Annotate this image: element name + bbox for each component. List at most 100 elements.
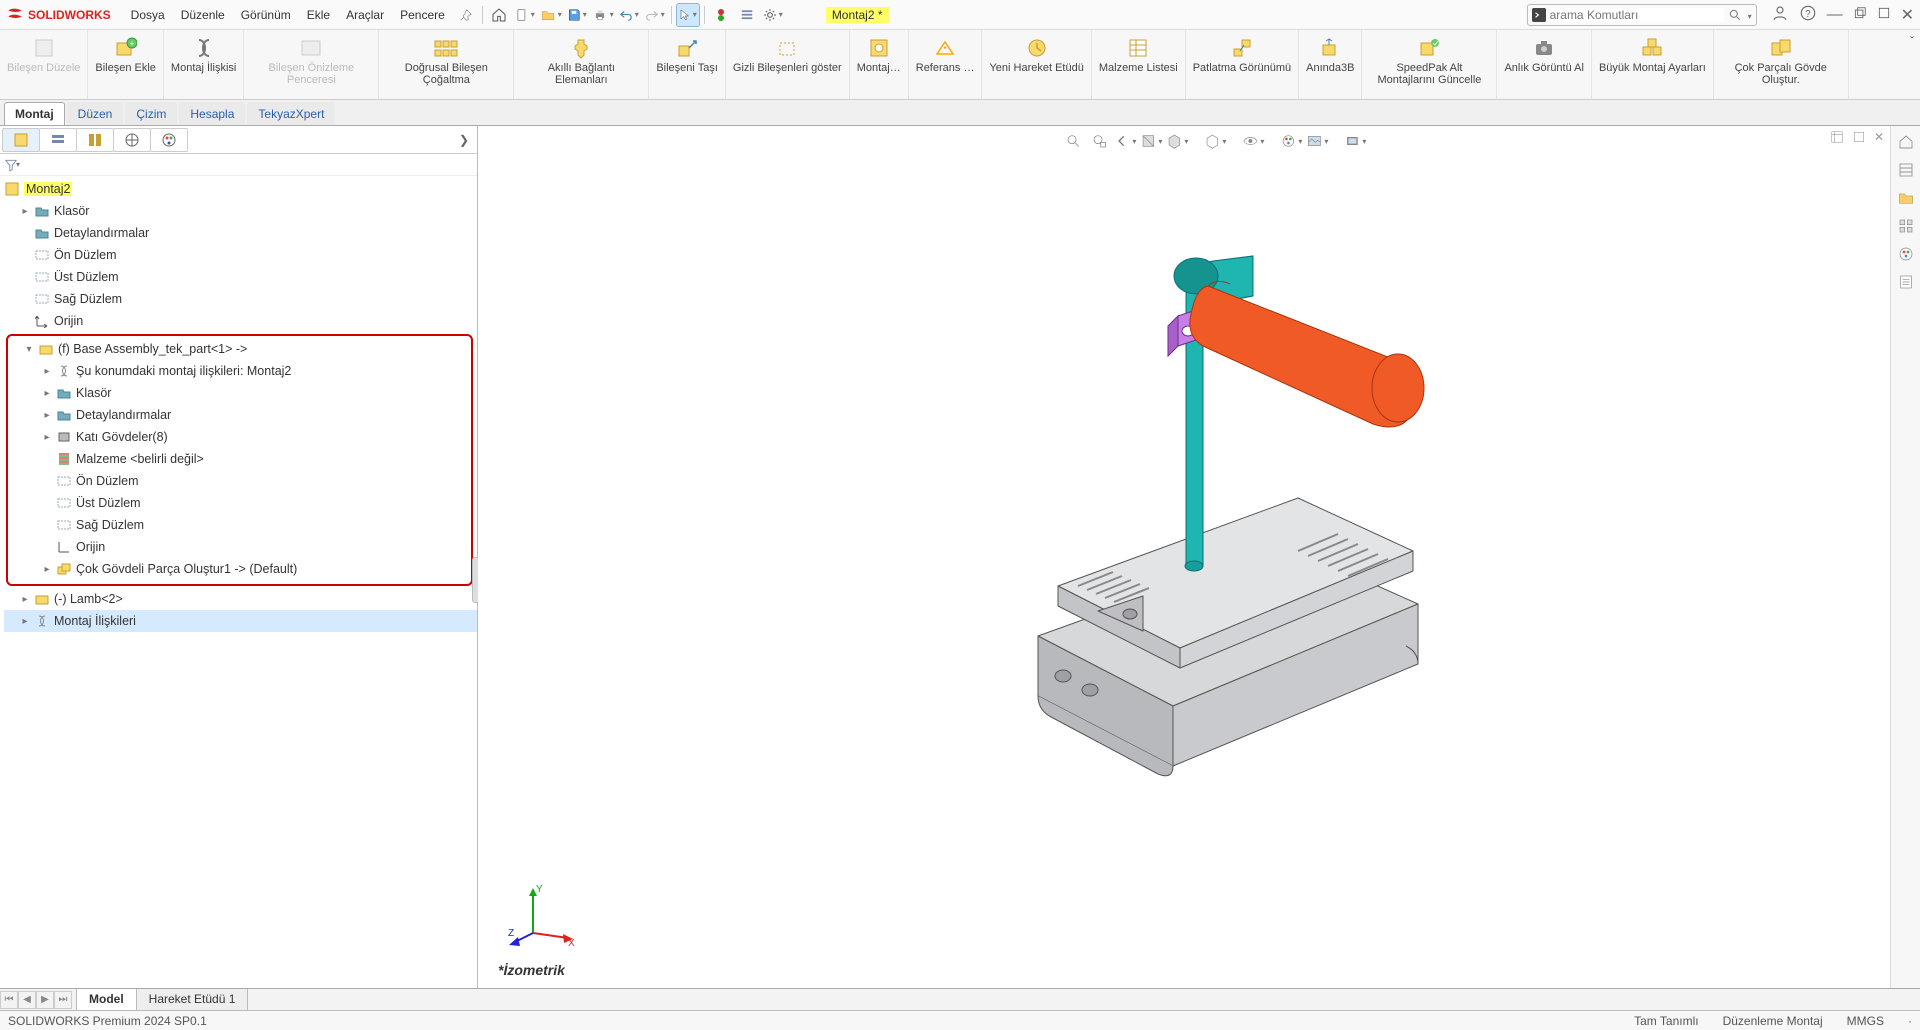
tree-item[interactable]: ▸(-) Lamb<2> xyxy=(4,588,477,610)
menu-window[interactable]: Pencere xyxy=(392,4,453,26)
tree-item[interactable]: Sağ Düzlem xyxy=(8,514,471,536)
tree-item[interactable]: ▸Klasör xyxy=(8,382,471,404)
ribbon-show-hidden[interactable]: Gizli Bileşenleri göster xyxy=(726,30,850,99)
panel-collapse-icon[interactable]: ❯ xyxy=(453,133,475,147)
ribbon-large-assembly[interactable]: Büyük Montaj Ayarları xyxy=(1592,30,1714,99)
taskpane-home-icon[interactable] xyxy=(1894,130,1918,154)
appearance-icon[interactable] xyxy=(1280,130,1302,152)
tree-item[interactable]: ▸Montaj İlişkileri xyxy=(4,610,477,632)
graphics-area[interactable]: ✕ xyxy=(478,126,1890,988)
hide-show-icon[interactable] xyxy=(1242,130,1264,152)
prev-view-icon[interactable] xyxy=(1114,130,1136,152)
ribbon-exploded-view[interactable]: Patlatma Görünümü xyxy=(1186,30,1299,99)
zoom-area-icon[interactable] xyxy=(1088,130,1110,152)
undo-icon[interactable] xyxy=(617,3,641,27)
close-icon[interactable]: ✕ xyxy=(1901,5,1914,25)
menu-edit[interactable]: Düzenle xyxy=(173,4,233,26)
home-icon[interactable] xyxy=(487,3,511,27)
ribbon-tab-hesapla[interactable]: Hesapla xyxy=(179,102,245,125)
tree-item[interactable]: Sağ Düzlem xyxy=(4,288,477,310)
ribbon-mate[interactable]: Montaj İlişkisi xyxy=(164,30,244,99)
ribbon-snapshot[interactable]: Anlık Görüntü Al xyxy=(1497,30,1592,99)
zoom-fit-icon[interactable] xyxy=(1062,130,1084,152)
feature-tree[interactable]: Montaj2 ▸Klasör Detaylandırmalar Ön Düzl… xyxy=(0,176,477,988)
taskpane-appearance-icon[interactable] xyxy=(1894,242,1918,266)
ribbon-move-component[interactable]: Bileşeni Taşı xyxy=(649,30,726,99)
bottom-tab-model[interactable]: Model xyxy=(76,989,137,1011)
search-box[interactable] xyxy=(1527,4,1757,26)
ribbon-multibody[interactable]: Çok Parçalı Gövde Oluştur. xyxy=(1714,30,1849,99)
ribbon-smart-fasteners[interactable]: Akıllı Bağlantı Elemanları xyxy=(514,30,649,99)
tree-item[interactable]: ▸Çok Gövdeli Parça Oluştur1 -> (Default) xyxy=(8,558,471,580)
scene-icon[interactable] xyxy=(1306,130,1328,152)
print-icon[interactable] xyxy=(591,3,615,27)
tree-item[interactable]: Ön Düzlem xyxy=(8,470,471,492)
ribbon-tab-montaj[interactable]: Montaj xyxy=(4,102,65,125)
ribbon-bom[interactable]: Malzeme Listesi xyxy=(1092,30,1186,99)
tree-item[interactable]: Orijin xyxy=(4,310,477,332)
ribbon-tab-cizim[interactable]: Çizim xyxy=(125,102,177,125)
bottom-tab-motion[interactable]: Hareket Etüdü 1 xyxy=(136,989,249,1011)
display-style-icon[interactable] xyxy=(1204,130,1226,152)
ribbon-assembly-features[interactable]: Montaj… xyxy=(850,30,909,99)
menu-tools[interactable]: Araçlar xyxy=(338,4,392,26)
tree-item[interactable]: ▸Katı Gövdeler(8) xyxy=(8,426,471,448)
status-more[interactable]: · xyxy=(1908,1014,1912,1028)
tab-nav[interactable]: ⏮◀▶⏭ xyxy=(0,991,72,1009)
property-tab-icon[interactable] xyxy=(39,128,77,152)
select-icon[interactable] xyxy=(676,3,700,27)
pin-icon[interactable] xyxy=(454,3,478,27)
tree-item[interactable]: Orijin xyxy=(8,536,471,558)
vp-close-icon[interactable]: ✕ xyxy=(1874,130,1884,147)
user-icon[interactable] xyxy=(1771,4,1789,25)
tree-item[interactable]: ▸Klasör xyxy=(4,200,477,222)
menu-view[interactable]: Görünüm xyxy=(233,4,299,26)
menu-insert[interactable]: Ekle xyxy=(299,4,338,26)
ribbon-collapse-icon[interactable]: ˇ xyxy=(1910,34,1914,48)
help-icon[interactable]: ? xyxy=(1799,4,1817,25)
minimize-icon[interactable]: — xyxy=(1827,6,1843,24)
tree-item[interactable]: Detaylandırmalar xyxy=(4,222,477,244)
render-icon[interactable] xyxy=(1344,130,1366,152)
tree-item[interactable]: ▸Detaylandırmalar xyxy=(8,404,471,426)
tree-tab-icon[interactable] xyxy=(2,128,40,152)
menu-file[interactable]: Dosya xyxy=(123,4,173,26)
ribbon-speedpak[interactable]: SpeedPak Alt Montajlarını Güncelle xyxy=(1362,30,1497,99)
tree-root[interactable]: Montaj2 xyxy=(4,178,477,200)
ribbon-instant3d[interactable]: Anında3B xyxy=(1299,30,1362,99)
taskpane-design-lib-icon[interactable] xyxy=(1894,186,1918,210)
tree-item[interactable]: Üst Düzlem xyxy=(4,266,477,288)
section-view-icon[interactable] xyxy=(1140,130,1162,152)
appearance-tab-icon[interactable] xyxy=(150,128,188,152)
config-tab-icon[interactable] xyxy=(76,128,114,152)
save-icon[interactable] xyxy=(565,3,589,27)
taskpane-resources-icon[interactable] xyxy=(1894,158,1918,182)
settings-icon[interactable] xyxy=(761,3,785,27)
tree-filter[interactable]: ▾ xyxy=(0,154,477,176)
tree-item[interactable]: Ön Düzlem xyxy=(4,244,477,266)
ribbon-insert-component[interactable]: +Bileşen Ekle xyxy=(88,30,164,99)
maximize-icon[interactable] xyxy=(1877,6,1891,23)
new-icon[interactable] xyxy=(513,3,537,27)
vp-new-window-icon[interactable] xyxy=(1830,130,1844,147)
ribbon-reference-geom[interactable]: *Referans … xyxy=(909,30,983,99)
status-units[interactable]: MMGS xyxy=(1847,1014,1884,1028)
tree-part-root[interactable]: ▾(f) Base Assembly_tek_part<1> -> xyxy=(8,338,471,360)
rebuild-icon[interactable] xyxy=(709,3,733,27)
taskpane-custom-props-icon[interactable] xyxy=(1894,270,1918,294)
vp-maximize-icon[interactable] xyxy=(1852,130,1866,147)
ribbon-tab-tekyaz[interactable]: TekyazXpert xyxy=(247,102,335,125)
dimxpert-tab-icon[interactable] xyxy=(113,128,151,152)
search-input[interactable] xyxy=(1550,8,1724,22)
view-orient-icon[interactable] xyxy=(1166,130,1188,152)
tree-item[interactable]: Malzeme <belirli değil> xyxy=(8,448,471,470)
taskpane-view-palette-icon[interactable] xyxy=(1894,214,1918,238)
search-menu-icon[interactable] xyxy=(1746,8,1752,22)
ribbon-motion-study[interactable]: Yeni Hareket Etüdü xyxy=(982,30,1091,99)
ribbon-tab-duzen[interactable]: Düzen xyxy=(67,102,124,125)
tree-item[interactable]: Üst Düzlem xyxy=(8,492,471,514)
redo-icon[interactable] xyxy=(643,3,667,27)
restore-icon[interactable] xyxy=(1853,6,1867,23)
open-icon[interactable] xyxy=(539,3,563,27)
tree-item[interactable]: ▸Şu konumdaki montaj ilişkileri: Montaj2 xyxy=(8,360,471,382)
